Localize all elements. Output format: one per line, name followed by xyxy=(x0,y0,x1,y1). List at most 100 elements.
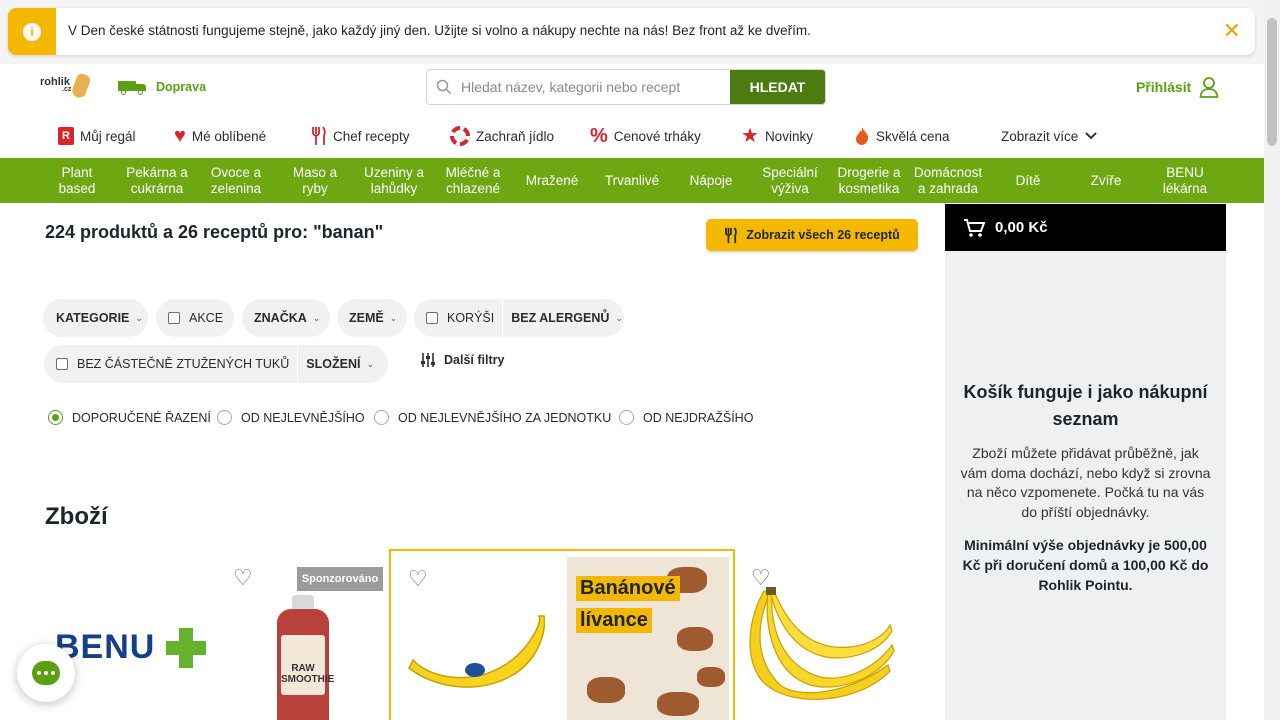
filter-korysi-alergeny: KORÝŠI BEZ ALERGENŮ ⌄ xyxy=(414,299,624,337)
subnav-novinky[interactable]: ★ Novinky xyxy=(741,126,813,146)
subnav-label: Můj regál xyxy=(80,128,136,144)
recipe-image-bananove-livance[interactable]: Banánové lívance xyxy=(567,557,729,720)
banana-bunch-product-image[interactable] xyxy=(740,585,895,705)
cutlery-icon xyxy=(725,226,738,243)
rohlik-logo[interactable]: rohlik .cz xyxy=(40,72,92,100)
radio[interactable] xyxy=(619,410,634,425)
chevron-down-icon: ⌄ xyxy=(366,358,375,369)
show-recipes-button[interactable]: Zobrazit všech 26 receptů xyxy=(706,219,918,251)
sort-cheapest-unit[interactable]: OD NEJLEVNĚJŠÍHO ZA JEDNOTKU xyxy=(374,410,611,425)
category-item[interactable]: Dítě xyxy=(995,158,1061,203)
filter-label[interactable]: KORÝŠI xyxy=(447,311,494,325)
subnav-cenove-trhaky[interactable]: % Cenové trháky xyxy=(590,126,701,146)
heart-icon: ♥ xyxy=(174,125,186,147)
filter-bez-alergenu[interactable]: BEZ ALERGENŮ xyxy=(511,311,609,325)
sort-recommended[interactable]: DOPORUČENÉ ŘAZENÍ xyxy=(48,410,211,425)
favorite-heart-icon[interactable]: ♡ xyxy=(233,567,255,589)
subnav-zachran-jidlo[interactable]: Zachraň jídlo xyxy=(450,126,554,146)
search-icon xyxy=(427,70,461,104)
filter-akce[interactable]: AKCE xyxy=(156,299,234,337)
category-item[interactable]: Drogerie a kosmetika xyxy=(834,158,904,203)
filter-label: ZEMĚ xyxy=(349,311,384,325)
category-item[interactable]: Domácnost a zahrada xyxy=(910,158,986,203)
doprava-label: Doprava xyxy=(156,80,207,94)
radio[interactable] xyxy=(217,410,232,425)
chevron-down-icon: ⌄ xyxy=(135,312,143,323)
sliders-icon xyxy=(421,353,435,367)
smoothie-product-image[interactable]: RAW SMOOTHIE xyxy=(277,595,334,720)
sort-most-expensive[interactable]: OD NEJDRAŽŠÍHO xyxy=(619,410,753,425)
subnav-label: Mé oblíbené xyxy=(191,128,267,144)
sort-cheapest[interactable]: OD NEJLEVNĚJŠÍHO xyxy=(217,410,365,425)
checkbox[interactable] xyxy=(426,312,438,324)
category-item[interactable]: Maso a ryby xyxy=(285,158,345,203)
category-item[interactable]: Trvanlivé xyxy=(598,158,666,203)
notice-box: i V Den české státnosti fungujeme stejně… xyxy=(8,8,1255,55)
category-item[interactable]: Mražené xyxy=(518,158,586,203)
chevron-down-icon: ⌄ xyxy=(389,312,398,323)
chevron-down-icon xyxy=(1085,132,1097,140)
subnav-chef-recepty[interactable]: Chef recepty xyxy=(311,126,410,146)
chat-bubble-icon xyxy=(32,661,60,685)
subnav-zobrazit-vice[interactable]: Zobrazit více xyxy=(1001,129,1098,144)
sort-label: OD NEJLEVNĚJŠÍHO xyxy=(241,410,365,425)
search-input[interactable] xyxy=(461,70,730,104)
subnav-label: Cenové trháky xyxy=(613,128,701,144)
category-item[interactable]: Plant based xyxy=(47,158,107,203)
search-button[interactable]: HLEDAT xyxy=(730,70,825,104)
filter-kategorie[interactable]: KATEGORIE ⌄ xyxy=(43,299,148,337)
filter-znacka[interactable]: ZNAČKA ⌄ xyxy=(242,299,330,337)
checkbox[interactable] xyxy=(168,312,180,324)
chevron-down-icon: ⌄ xyxy=(312,312,321,323)
category-bar: Plant based Pekárna a cukrárna Ovoce a z… xyxy=(0,158,1264,203)
favorite-heart-icon[interactable]: ♡ xyxy=(408,568,430,590)
radio[interactable] xyxy=(374,410,389,425)
logo-tld: .cz xyxy=(62,86,72,93)
close-icon[interactable]: ✕ xyxy=(1223,19,1241,43)
more-filters-button[interactable]: Další filtry xyxy=(420,352,504,368)
subnav-skvela-cena[interactable]: Skvělá cena xyxy=(854,126,950,146)
show-recipes-label: Zobrazit všech 26 receptů xyxy=(746,228,900,242)
category-item[interactable]: Zvíře xyxy=(1073,158,1139,203)
cart-icon xyxy=(964,218,985,237)
cart-description: Zboží můžete přidávat průběžně, jak vám … xyxy=(960,445,1211,520)
category-item[interactable]: Pekárna a cukrárna xyxy=(122,158,192,203)
sort-label: OD NEJDRAŽŠÍHO xyxy=(643,410,754,425)
cart-heading: Košík funguje i jako nákupní seznam xyxy=(963,382,1208,429)
checkbox[interactable] xyxy=(56,358,68,370)
filter-tuky-slozeni: BEZ ČÁSTEČNĚ ZTUŽENÝCH TUKŮ SLOŽENÍ ⌄ xyxy=(44,345,388,383)
scrollbar-thumb[interactable] xyxy=(1267,18,1277,146)
more-filters-label: Další filtry xyxy=(444,353,505,367)
doprava-link[interactable]: Doprava xyxy=(118,80,207,95)
notice-bar: i V Den české státnosti fungujeme stejně… xyxy=(0,0,1264,64)
filter-label: AKCE xyxy=(189,311,224,325)
category-item[interactable]: Speciální výživa xyxy=(756,158,824,203)
category-item[interactable]: BENU lékárna xyxy=(1152,158,1218,203)
subnav-label: Zobrazit více xyxy=(1001,128,1079,144)
cart-summary[interactable]: 0,00 Kč xyxy=(945,204,1226,251)
filter-slozeni[interactable]: SLOŽENÍ xyxy=(306,357,360,371)
subnav-label: Chef recepty xyxy=(333,128,410,144)
filter-zeme[interactable]: ZEMĚ ⌄ xyxy=(337,299,407,337)
subnav-me-oblibene[interactable]: ♥ Mé oblíbené xyxy=(174,125,267,147)
banana-product-image[interactable] xyxy=(405,612,545,692)
lifebuoy-icon xyxy=(450,126,470,146)
radio-selected[interactable] xyxy=(48,410,63,425)
shelf-icon: R xyxy=(58,127,74,145)
flame-icon xyxy=(856,127,869,145)
benu-cross-icon xyxy=(166,628,206,668)
filter-label[interactable]: BEZ ČÁSTEČNĚ ZTUŽENÝCH TUKŮ xyxy=(77,357,289,371)
cutlery-icon xyxy=(312,126,326,145)
category-item[interactable]: Uzeniny a lahůdky xyxy=(357,158,431,203)
scrollbar[interactable] xyxy=(1264,0,1280,720)
category-item[interactable]: Ovoce a zelenina xyxy=(201,158,271,203)
sort-label: DOPORUČENÉ ŘAZENÍ xyxy=(72,410,211,425)
warning-icon: i xyxy=(8,8,56,55)
login-link[interactable]: Přihlásit xyxy=(1136,76,1219,98)
chat-button[interactable] xyxy=(17,644,75,702)
notice-text: V Den české státnosti fungujeme stejně, … xyxy=(68,23,811,38)
subnav-label: Zachraň jídlo xyxy=(476,128,555,144)
category-item[interactable]: Nápoje xyxy=(678,158,744,203)
subnav-muj-regal[interactable]: R Můj regál xyxy=(58,127,136,145)
category-item[interactable]: Mléčné a chlazené xyxy=(440,158,506,203)
